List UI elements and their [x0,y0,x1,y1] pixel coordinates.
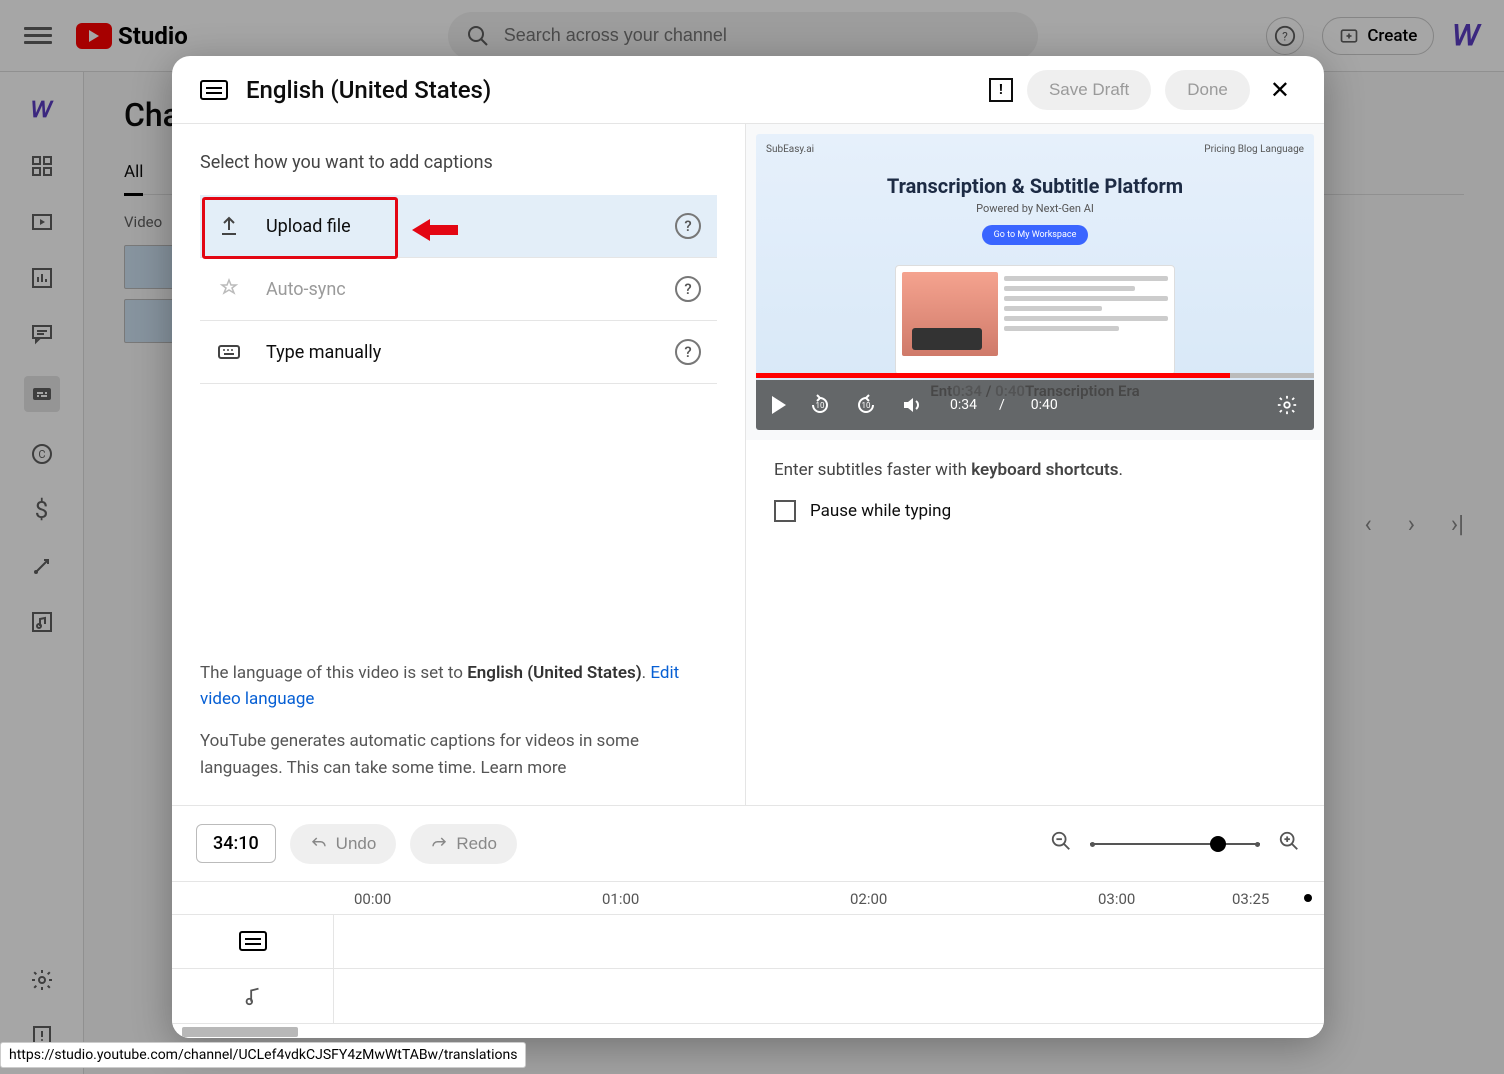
video-headline: Transcription & Subtitle Platform [887,174,1183,198]
slider-handle[interactable] [1210,836,1226,852]
highlight-arrow-icon [412,217,458,243]
svg-text:10: 10 [816,401,825,410]
play-icon[interactable] [772,396,786,414]
option-upload-file[interactable]: Upload file ? [200,195,717,258]
timeline: 00:00 01:00 02:00 03:00 03:25 [172,882,1324,1038]
editor-toolbar: 34:10 Undo Redo [172,806,1324,882]
keyboard-icon [216,339,242,365]
captions-editor-modal: English (United States) ! Save Draft Don… [172,56,1324,1038]
top-nav-text: Pricing Blog Language [1204,144,1304,155]
caption-method-panel: Select how you want to add captions Uplo… [172,124,746,805]
video-controls: 10 10 0:34 / 0:40 [756,380,1314,430]
save-draft-button[interactable]: Save Draft [1027,70,1151,110]
brand-text: SubEasy.ai [766,144,814,155]
volume-icon[interactable] [900,393,924,417]
video-subhead: Powered by Next-Gen AI [976,202,1094,215]
auto-caption-note: YouTube generates automatic captions for… [200,728,717,781]
video-cta: Go to My Workspace [982,225,1089,245]
status-bar-url: https://studio.youtube.com/channel/UCLef… [0,1042,526,1068]
done-button[interactable]: Done [1165,70,1250,110]
undo-icon [310,835,328,853]
lang-note-prefix: The language of this video is set to [200,663,467,683]
zoom-in-icon[interactable] [1278,830,1300,858]
close-icon[interactable]: ✕ [1264,70,1296,110]
video-screenshot-panel [895,265,1175,375]
video-preview-panel: SubEasy.ai Pricing Blog Language Transcri… [746,124,1324,805]
tick-4: 03:25 [1232,890,1269,908]
svg-text:10: 10 [862,401,871,410]
audio-track-icon-cell [172,969,334,1022]
forward-10-icon[interactable]: 10 [854,393,878,417]
tick-0: 00:00 [354,890,391,908]
timeline-scrollbar[interactable] [172,1024,1324,1038]
timestamp-input[interactable]: 34:10 [196,824,276,863]
video-progress-bar[interactable] [756,373,1314,378]
help-icon[interactable]: ? [675,213,701,239]
learn-more-link[interactable]: Learn more [480,758,566,778]
help-icon[interactable]: ? [675,339,701,365]
modal-title: English (United States) [246,76,491,104]
music-note-icon [242,985,264,1007]
redo-button[interactable]: Redo [410,824,517,864]
video-time-duration: 0:40 [1031,397,1058,413]
subtitle-icon [200,80,228,100]
keyboard-shortcut-hint: Enter subtitles faster with keyboard sho… [746,440,1324,492]
pause-checkbox[interactable] [774,500,796,522]
modal-header: English (United States) ! Save Draft Don… [172,56,1324,124]
redo-icon [430,835,448,853]
upload-icon [216,213,242,239]
video-time-current: 0:34 [950,397,977,413]
tick-3: 03:00 [1098,890,1135,908]
tick-1: 01:00 [602,890,639,908]
autosync-label: Auto-sync [266,279,346,300]
audio-track[interactable] [172,969,1324,1023]
help-icon[interactable]: ? [675,276,701,302]
feedback-icon[interactable]: ! [989,78,1013,102]
rewind-10-icon[interactable]: 10 [808,393,832,417]
keyboard-shortcuts-link[interactable]: keyboard shortcuts [971,460,1118,480]
video-player[interactable]: SubEasy.ai Pricing Blog Language Transcri… [756,134,1314,430]
undo-button[interactable]: Undo [290,824,397,864]
zoom-control [1050,830,1300,858]
option-type-manually[interactable]: Type manually ? [200,321,717,384]
caption-track-icon-cell [172,915,334,968]
tick-2: 02:00 [850,890,887,908]
pause-label: Pause while typing [810,501,951,521]
scrollbar-thumb[interactable] [182,1027,298,1037]
language-note: The language of this video is set to Eng… [200,660,717,713]
subtitle-icon [239,931,267,951]
lang-note-lang: English (United States) [467,663,641,683]
timeline-end-dot [1304,894,1312,902]
autosync-icon [216,276,242,302]
type-label: Type manually [266,342,381,363]
zoom-slider[interactable] [1090,843,1260,845]
zoom-out-icon[interactable] [1050,830,1072,858]
upload-label: Upload file [266,216,351,237]
caption-track[interactable] [172,915,1324,969]
option-auto-sync[interactable]: Auto-sync ? [200,258,717,321]
instruction-text: Select how you want to add captions [200,152,717,173]
video-settings-icon[interactable] [1276,394,1298,416]
pause-while-typing-row[interactable]: Pause while typing [746,492,1324,530]
timeline-ruler[interactable]: 00:00 01:00 02:00 03:00 03:25 [172,882,1324,915]
